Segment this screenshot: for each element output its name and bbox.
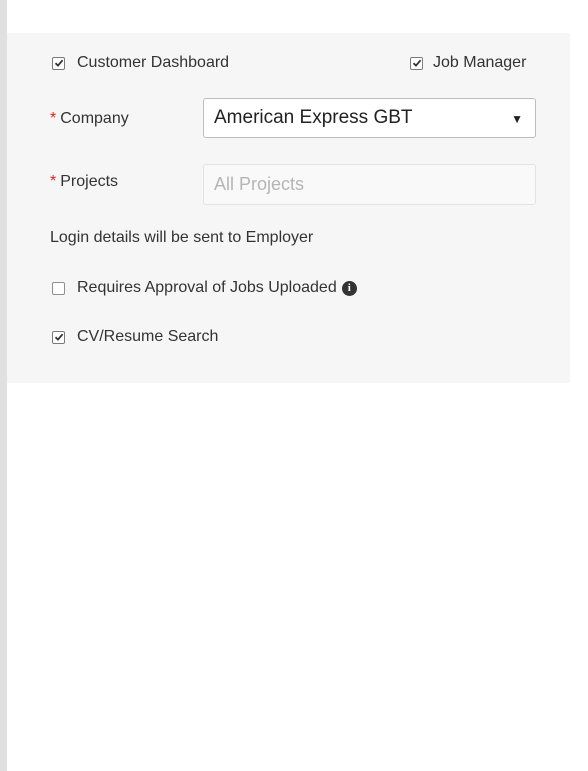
job-manager-checkbox[interactable] [410, 56, 423, 70]
company-select[interactable]: American Express GBT ▼ [203, 98, 536, 138]
customer-dashboard-label: Customer Dashboard [77, 54, 230, 71]
required-marker: * [50, 110, 57, 127]
page: Customer Dashboard Job Manager * Company… [0, 0, 588, 771]
projects-input[interactable] [203, 164, 536, 205]
login-details-text: Login details will be sent to Employer [50, 229, 314, 246]
requires-approval-checkbox[interactable] [52, 281, 65, 295]
login-details-note: Login details will be sent to Employer [50, 228, 313, 248]
job-manager-label: Job Manager [433, 54, 527, 71]
projects-label-row: * Projects [50, 172, 118, 192]
company-select-value: American Express GBT [214, 107, 413, 128]
company-label-row: * Company [50, 109, 129, 129]
employer-settings-panel: Customer Dashboard Job Manager * Company… [7, 33, 570, 383]
requires-approval-label: Requires Approval of Jobs Uploaded [77, 279, 337, 296]
checkmark-icon [54, 333, 63, 341]
left-border [0, 0, 7, 771]
required-marker: * [50, 173, 57, 190]
cv-resume-search-option[interactable]: CV/Resume Search [52, 327, 218, 347]
cv-resume-search-label: CV/Resume Search [77, 328, 219, 345]
job-manager-option[interactable]: Job Manager [410, 53, 526, 73]
customer-dashboard-checkbox[interactable] [52, 56, 65, 70]
cv-resume-search-checkbox[interactable] [52, 330, 65, 344]
requires-approval-option[interactable]: Requires Approval of Jobs Uploaded i [52, 278, 357, 298]
checkmark-icon [412, 59, 421, 67]
checkmark-icon [54, 59, 63, 67]
projects-label: Projects [60, 173, 119, 190]
company-label: Company [60, 110, 129, 127]
info-icon[interactable]: i [341, 280, 357, 296]
caret-down-icon: ▼ [511, 112, 523, 126]
customer-dashboard-option[interactable]: Customer Dashboard [52, 53, 229, 73]
